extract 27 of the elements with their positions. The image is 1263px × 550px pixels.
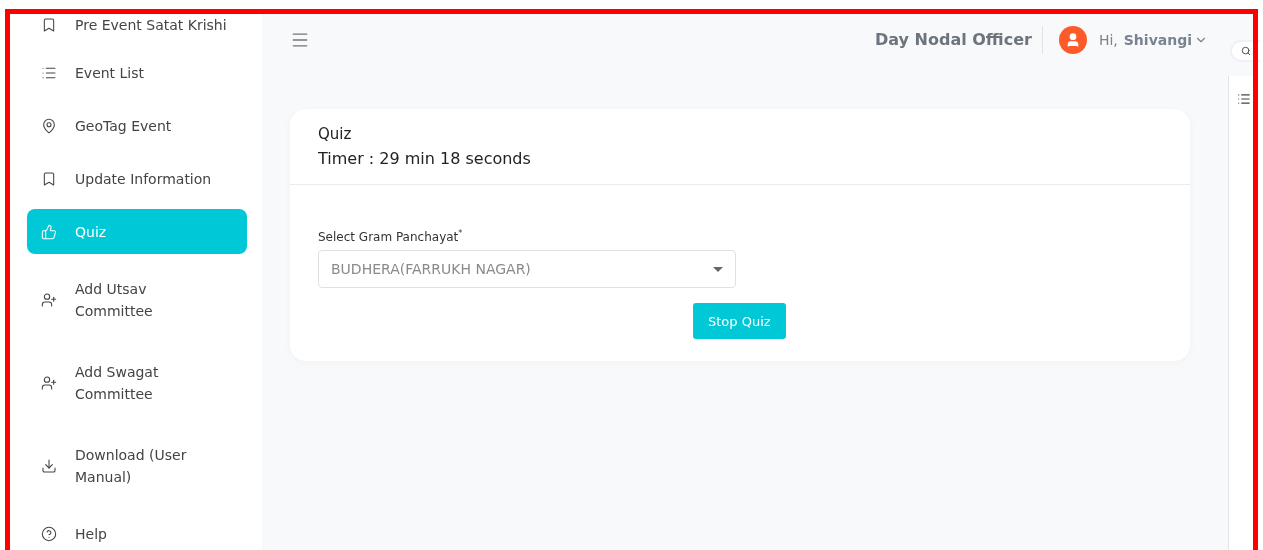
search-icon [1241,46,1251,56]
list-icon[interactable] [1236,92,1251,106]
add-user-icon [41,291,57,308]
card-title: Quiz [318,125,353,143]
sidebar-item[interactable]: Update Information [27,156,247,201]
location-pin-icon [41,117,57,134]
greeting: Hi, [1098,32,1118,48]
sidebar-item[interactable]: Event List [27,50,247,95]
dropdown-caret-icon [713,266,723,272]
user-name[interactable]: Shivangi [1123,32,1192,48]
sidebar-item[interactable]: Add Swagat Committee [27,345,247,420]
download-icon [41,457,57,474]
gram-panchayat-select[interactable]: BUDHERA(FARRUKH NAGAR) [318,250,736,288]
sidebar-item[interactable]: Help [27,511,247,550]
bookmark-icon [41,170,57,187]
sidebar-item[interactable]: Add Utsav Committee [27,262,247,337]
sidebar-item[interactable]: GeoTag Event [27,103,247,148]
help-icon [41,525,57,542]
sidebar-item[interactable]: Download (User Manual) [27,428,247,503]
user-role: Day Nodal Officer [874,26,1043,54]
sidebar-item[interactable]: Pre Event Satat Krishi [27,14,247,47]
timer-text: Timer : 29 min 18 seconds [318,149,532,168]
avatar-icon[interactable] [1058,26,1087,54]
add-user-icon [41,374,57,391]
bookmark-icon [41,16,57,33]
thumbs-up-icon [41,223,57,240]
field-label: Select Gram Panchayat$^{*}$ [318,229,464,244]
